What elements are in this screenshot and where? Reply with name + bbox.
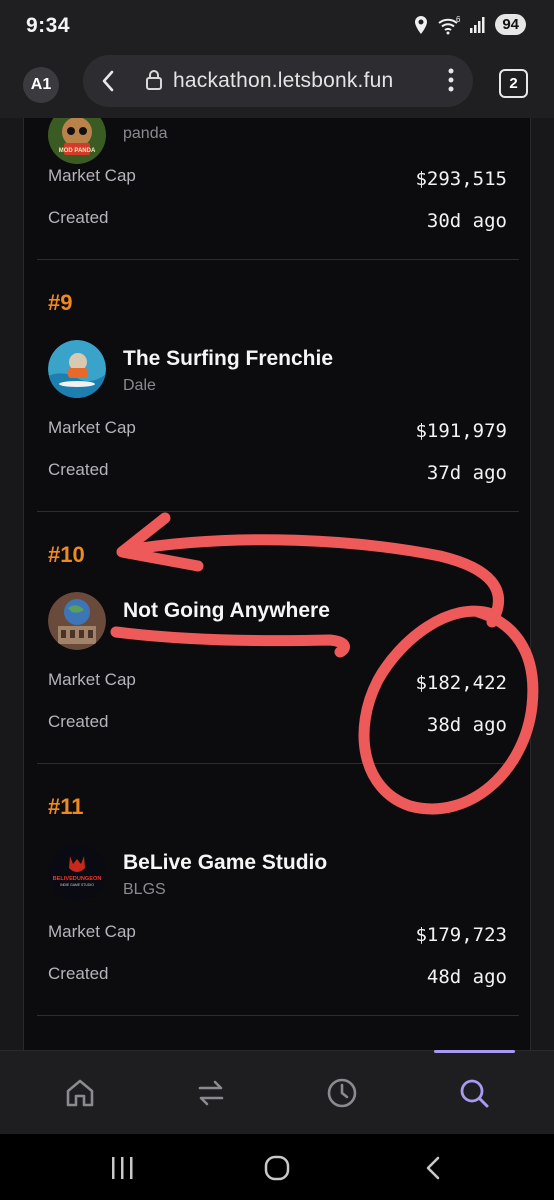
address-bar[interactable]: hackathon.letsbonk.fun (83, 55, 473, 107)
system-navigation (0, 1134, 554, 1200)
token-avatar: BELIVEDUNGEON INDIE GAME STUDIO (48, 844, 106, 902)
browser-toolbar: A1 hackathon.letsbonk.fun 2 (0, 50, 554, 118)
market-cap-label: Market Cap (48, 166, 136, 185)
leaderboard-entry[interactable]: #9 The Surfing Frenchie Dale Market Cap … (37, 260, 519, 512)
status-icons: 6 94 (413, 14, 526, 35)
token-name: Not Going Anywhere (123, 599, 330, 622)
divider (37, 1015, 519, 1016)
back-button[interactable] (417, 1152, 449, 1184)
leaderboard-entry[interactable]: #11 BELIVEDUNGEON INDIE GAME STUDIO BeLi… (37, 764, 519, 1016)
wifi-6-icon: 6 (438, 15, 461, 34)
avatar-logo-text: MOD PANDA (59, 148, 96, 154)
avatar-logo-subtext: INDIE GAME STUDIO (60, 883, 94, 887)
created-value: 48d ago (426, 966, 507, 988)
home-icon (66, 1079, 94, 1107)
market-cap-label: Market Cap (48, 922, 136, 941)
search-icon (460, 1079, 489, 1108)
created-value: 38d ago (426, 714, 507, 736)
rank-label: #10 (48, 542, 85, 567)
created-label: Created (48, 712, 109, 731)
rank-label: #11 (48, 794, 84, 819)
nav-search[interactable] (452, 1071, 496, 1115)
market-cap-label: Market Cap (48, 418, 136, 437)
created-value: 30d ago (426, 210, 507, 232)
created-value: 37d ago (426, 462, 507, 484)
battery-icon: 94 (495, 14, 526, 35)
token-symbol: Dale (123, 377, 156, 394)
leaderboard-entry[interactable]: #10 Not Going Anywhere Market Cap $182,4… (37, 512, 519, 764)
nav-home[interactable] (58, 1071, 102, 1115)
status-time: 9:34 (26, 14, 71, 37)
created-label: Created (48, 208, 109, 227)
active-tab-indicator (434, 1050, 515, 1053)
leaderboard-list: MOD PANDA panda Market Cap $293,515 Crea… (23, 118, 531, 1050)
history-icon (327, 1078, 357, 1108)
svg-text:6: 6 (456, 15, 461, 24)
back-icon (426, 1156, 440, 1180)
location-icon (415, 15, 428, 34)
token-name: The Surfing Frenchie (123, 347, 334, 370)
created-label: Created (48, 964, 109, 983)
token-avatar (48, 340, 106, 398)
token-avatar (48, 592, 106, 650)
lock-icon (146, 70, 162, 90)
created-label: Created (48, 460, 109, 479)
token-avatar: MOD PANDA (48, 118, 106, 164)
market-cap-value: $179,723 (415, 924, 507, 946)
recents-button[interactable] (106, 1152, 138, 1184)
token-symbol: BLGS (123, 881, 166, 898)
recents-icon (112, 1157, 133, 1179)
signal-icon (470, 16, 485, 33)
market-cap-value: $293,515 (415, 168, 507, 190)
token-name: BeLive Game Studio (123, 851, 328, 874)
bottom-navigation (0, 1050, 554, 1134)
swap-icon (198, 1080, 224, 1106)
page-content: MOD PANDA panda Market Cap $293,515 Crea… (0, 118, 554, 1050)
home-circle-icon (264, 1155, 290, 1181)
tab-switcher-button[interactable]: 2 (499, 69, 528, 98)
status-bar: 9:34 6 94 (0, 0, 554, 50)
market-cap-label: Market Cap (48, 670, 136, 689)
token-symbol: panda (123, 125, 168, 142)
avatar-logo-text: BELIVEDUNGEON (53, 876, 102, 882)
nav-history[interactable] (320, 1071, 364, 1115)
market-cap-value: $191,979 (415, 420, 507, 442)
nav-swap[interactable] (189, 1071, 233, 1115)
menu-dots-icon[interactable] (447, 67, 455, 93)
leaderboard-entry[interactable]: MOD PANDA panda Market Cap $293,515 Crea… (37, 118, 519, 258)
home-button[interactable] (261, 1152, 293, 1184)
profile-button[interactable]: A1 (23, 67, 59, 103)
back-arrow-icon[interactable] (99, 68, 117, 94)
market-cap-value: $182,422 (415, 672, 507, 694)
rank-label: #9 (48, 290, 73, 315)
url-text[interactable]: hackathon.letsbonk.fun (173, 69, 393, 93)
